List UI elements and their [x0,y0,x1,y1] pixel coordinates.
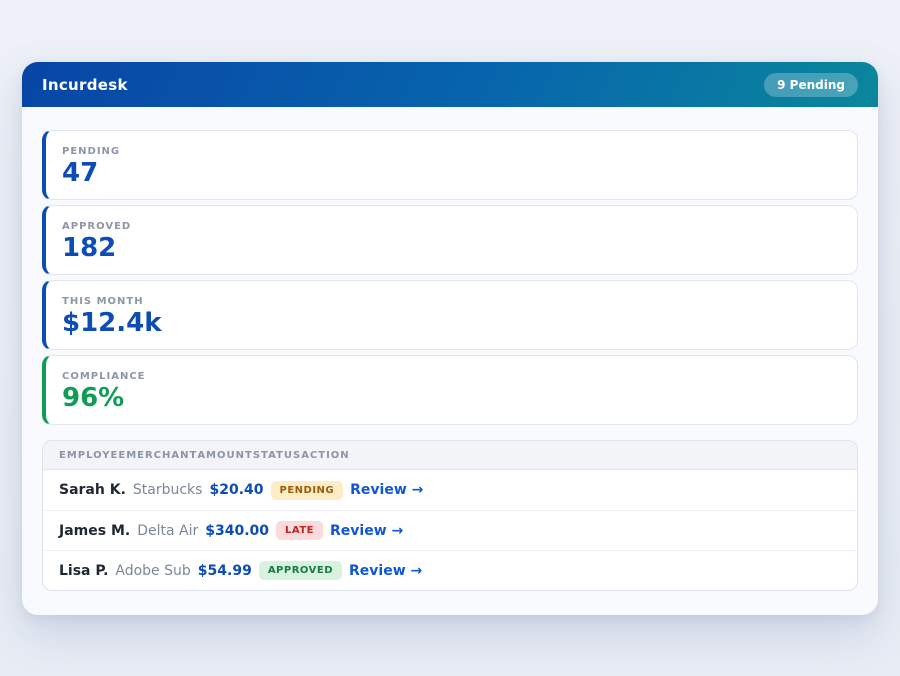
stat-value: 182 [62,235,841,261]
page-background: Incurdesk 9 Pending PENDING 47 APPROVED … [0,0,900,615]
column-header: ACTION [301,450,350,461]
column-header: STATUS [253,450,301,461]
review-link[interactable]: Review → [350,482,423,498]
amount-value: $54.99 [198,563,252,579]
column-header: AMOUNT [197,450,253,461]
employee-name: Lisa P. [59,563,108,579]
merchant-name: Delta Air [137,523,198,539]
table-body: Sarah K. Starbucks $20.40 PENDING Review… [43,470,857,590]
column-header: MERCHANT [126,450,197,461]
stat-card: COMPLIANCE 96% [42,355,858,425]
stat-card: THIS MONTH $12.4k [42,280,858,350]
stat-value: 47 [62,160,841,186]
table-row: James M. Delta Air $340.00 LATE Review → [43,510,857,550]
app-header: Incurdesk 9 Pending [22,62,878,107]
stat-label: APPROVED [62,221,841,232]
stat-label: COMPLIANCE [62,371,841,382]
column-header: EMPLOYEE [59,450,126,461]
status-badge: PENDING [271,481,344,500]
expense-table: EMPLOYEE MERCHANT AMOUNT STATUS ACTION S… [42,440,858,591]
stat-card: PENDING 47 [42,130,858,200]
merchant-name: Adobe Sub [115,563,190,579]
review-link[interactable]: Review → [349,563,422,579]
review-link[interactable]: Review → [330,523,403,539]
table-row: Sarah K. Starbucks $20.40 PENDING Review… [43,470,857,510]
card-body: PENDING 47 APPROVED 182 THIS MONTH $12.4… [22,107,878,615]
stats-section: PENDING 47 APPROVED 182 THIS MONTH $12.4… [42,130,858,425]
merchant-name: Starbucks [133,482,203,498]
stat-value: 96% [62,385,841,411]
employee-name: James M. [59,523,130,539]
amount-value: $20.40 [209,482,263,498]
employee-name: Sarah K. [59,482,126,498]
app-card: Incurdesk 9 Pending PENDING 47 APPROVED … [22,62,878,615]
stat-value: $12.4k [62,310,841,336]
table-row: Lisa P. Adobe Sub $54.99 APPROVED Review… [43,550,857,590]
table-header-row: EMPLOYEE MERCHANT AMOUNT STATUS ACTION [43,441,857,470]
status-badge: APPROVED [259,561,342,580]
amount-value: $340.00 [205,523,269,539]
app-title: Incurdesk [42,76,128,94]
stat-card: APPROVED 182 [42,205,858,275]
pending-count-badge: 9 Pending [764,73,858,97]
status-badge: LATE [276,521,323,540]
stat-label: PENDING [62,146,841,157]
stat-label: THIS MONTH [62,296,841,307]
